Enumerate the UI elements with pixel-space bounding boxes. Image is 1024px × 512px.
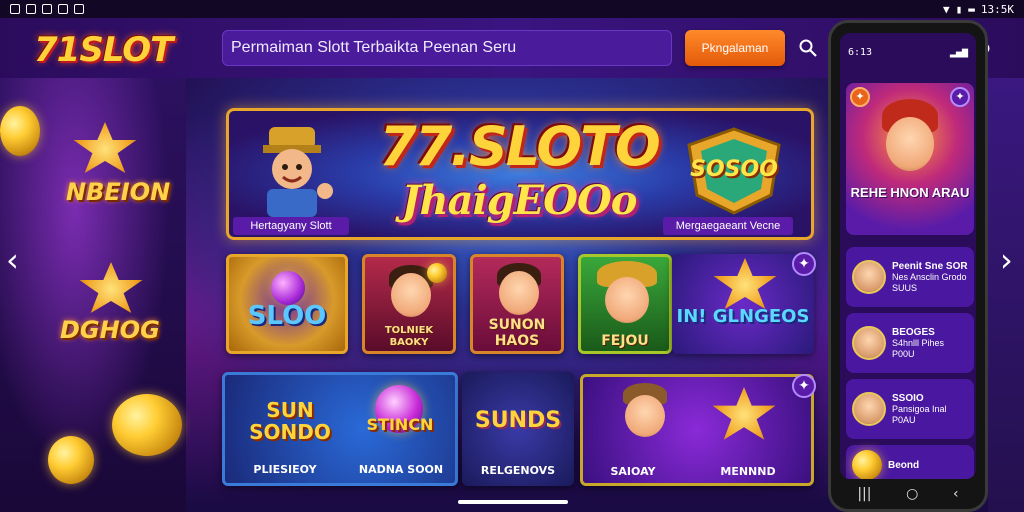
avatar [852,392,886,426]
coin-icon [427,263,447,283]
prev-arrow-icon[interactable]: ‹ [6,242,26,278]
game-tile-label: TOLNIEK BAOKY [384,325,434,348]
avatar [852,326,886,360]
app-icon [26,4,36,14]
game-icon [58,4,68,14]
phone-hero-title: REHE HNON ARAU [850,185,970,200]
left-title-top: NBEION [66,178,171,206]
home-indicator [458,500,568,504]
game-tile-caption: SAIOAY [610,465,656,478]
character-face [886,117,934,171]
game-tile[interactable]: SAIOAY MENNND [580,374,814,486]
hero-tag-left: Hertagyany Slott [233,217,349,235]
site-logo[interactable]: 71SLOT [34,30,173,70]
add-favorite-icon[interactable]: ✦ [792,374,816,398]
phone-menu-icon[interactable]: ||| [857,486,871,502]
avatar [852,260,886,294]
wifi-icon: ▼ [943,2,950,16]
list-item-title: Beond [888,459,920,471]
phone-nav-bar: ||| ○ ‹ [840,479,976,509]
search-icon[interactable] [798,38,818,58]
list-item-subtitle: S4hnlll Pihes [892,337,945,348]
game-tile[interactable]: FEJOU [578,254,672,354]
character-icon [263,127,333,217]
signal-icon: ▮ [955,2,963,16]
phone-screen: 6:13 ▂▄▆ ✦ ✦ REHE HNON ARAU Peenit Sne S… [840,33,976,479]
coin-icon [852,450,882,479]
orb-icon [271,271,305,305]
game-tile-caption: MENNND [720,465,776,478]
phone-status-bar: 6:13 ▂▄▆ [840,33,976,73]
list-item-meta: SUUS [892,282,918,293]
game-tile-caption: PLIESIEOY [253,463,317,476]
game-tile[interactable]: SUNDS RELGENOVS [462,372,574,486]
game-tile-label: SUNDS [474,408,562,433]
search-bar[interactable]: Permaiman Slott Terbaikta Peenan Seru [222,30,672,66]
search-text: Permaiman Slott Terbaikta Peenan Seru [231,39,517,56]
character-face [391,273,431,317]
phone-back-icon[interactable]: ‹ [953,486,959,502]
list-item-title: SSOIO [892,392,924,404]
game-tile[interactable]: SUN SONDO STINCN PLIESIEOY NADNA SOON [222,372,458,486]
trophy-icon [79,262,143,313]
hero-banner[interactable]: 77.SLOTO JhaigEOOo SOSOO Hertagyany Slot… [226,108,814,240]
coin-icon [112,394,182,456]
game-tile[interactable]: SUNON HAOS [470,254,564,354]
list-item-title: Peenit Sne SOR [892,260,968,272]
phone-signal-icon: ▂▄▆ [949,47,968,58]
hero-tag-right: Mergaegaeant Vecne [663,217,793,235]
character-face [625,395,665,437]
hero-title-line1: 77.SLOTO [379,115,661,178]
right-edge-panel [988,78,1024,512]
trophy-icon [73,122,137,173]
game-tile-caption: NADNA SOON [358,463,444,476]
game-tile-label: IN! GLNGEOS [676,306,810,327]
game-tile-label: SLOO [247,301,327,331]
list-item-title: BEOGES [892,326,935,338]
game-tile[interactable]: SLOO [226,254,348,354]
game-tile-caption: RELGENOVS [480,464,556,477]
game-tile-sublabel: STINCN [366,415,434,434]
list-item-subtitle: Pansigoa Inal [892,403,947,414]
battery-icon: ▬ [968,2,975,16]
character-face [605,277,649,323]
game-tile-label: SUN SONDO [249,398,331,444]
phone-home-icon[interactable]: ○ [906,486,918,502]
phone-list-item[interactable]: Peenit Sne SOR Nes Ansclin Grodo SUUS [846,247,974,307]
phone-hero-card[interactable]: ✦ ✦ REHE HNON ARAU [846,83,974,235]
login-button[interactable]: Pkngalaman [685,30,785,66]
list-item-meta: P0AU [892,414,916,425]
left-title-bottom: DGHOG [60,316,160,344]
phone-mockup: 6:13 ▂▄▆ ✦ ✦ REHE HNON ARAU Peenit Sne S… [828,20,988,512]
star-icon [712,387,776,440]
status-bar: ▼ ▮ ▬ 13:5K [0,0,1024,18]
message-icon [42,4,52,14]
coin-icon [0,106,40,156]
next-arrow-icon[interactable]: › [1000,242,1020,278]
phone-list-item[interactable]: BEOGES S4hnlll Pihes P00U [846,313,974,373]
add-favorite-icon[interactable]: ✦ [792,252,816,276]
hero-title-line2: JhaigEOOo [401,177,638,224]
favorite-icon[interactable]: ✦ [950,87,970,107]
phone-list-item[interactable]: SSOIO Pansigoa Inal P0AU [846,379,974,439]
game-tile-label: SUNON HAOS [488,317,546,349]
list-item-subtitle: Nes Ansclin Grodo [892,271,967,282]
block-icon [74,4,84,14]
list-item-meta: P00U [892,348,915,359]
phone-time: 6:13 [848,47,873,58]
flame-icon: ✦ [850,87,870,107]
coin-icon [48,436,94,484]
character-face [499,271,539,315]
hero-badge-text: SOSOO [690,157,778,182]
status-time: 13:5K [980,2,1014,16]
game-tile-label: FEJOU [601,333,649,349]
left-promo-panel: NBEION DGHOG [0,78,186,512]
notification-icon [10,4,20,14]
game-tile[interactable]: TOLNIEK BAOKY [362,254,456,354]
phone-list-item[interactable]: Beond [846,445,974,479]
